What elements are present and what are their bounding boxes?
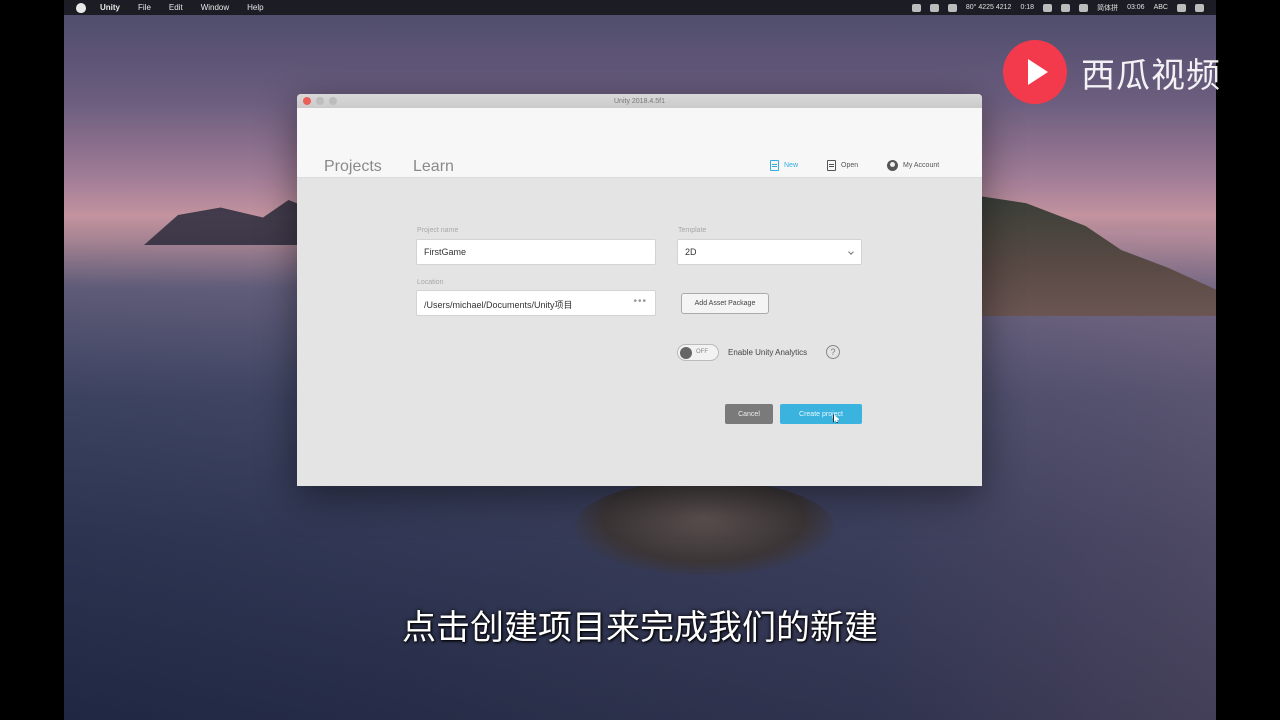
location-input[interactable]: /Users/michael/Documents/Unity项目 •••	[416, 290, 656, 316]
menu-app-name[interactable]: Unity	[100, 3, 120, 12]
analytics-toggle[interactable]: OFF	[677, 344, 719, 361]
my-account-label: My Account	[903, 162, 940, 169]
airplay-icon[interactable]	[1079, 3, 1089, 12]
clock[interactable]: 03:06	[1127, 4, 1145, 11]
watermark-text: 西瓜视频	[1081, 55, 1221, 96]
search-icon[interactable]	[1177, 3, 1186, 12]
new-button[interactable]: New	[770, 160, 798, 171]
audio-icon[interactable]	[947, 3, 957, 12]
account-icon	[887, 160, 898, 171]
wallpaper-island-center	[574, 480, 834, 575]
wallpaper-mountain	[144, 200, 314, 245]
project-name-label: Project name	[417, 227, 459, 234]
notification-center-icon[interactable]	[1195, 3, 1204, 12]
window-titlebar: Unity 2018.4.5f1	[297, 94, 982, 108]
menu-window[interactable]: Window	[201, 3, 229, 12]
apple-icon[interactable]	[76, 2, 86, 13]
window-title: Unity 2018.4.5f1	[614, 97, 665, 105]
tab-learn[interactable]: Learn	[413, 158, 454, 176]
create-project-button[interactable]: Create project	[780, 404, 862, 424]
window-header: Projects Learn New Open My Account	[297, 108, 982, 178]
new-button-label: New	[784, 162, 799, 169]
template-value: 2D	[685, 247, 697, 257]
location-label: Location	[417, 279, 444, 286]
battery-icon[interactable]	[1043, 3, 1053, 12]
unity-hub-window: Unity 2018.4.5f1 Projects Learn New Open…	[297, 94, 982, 486]
wifi-icon[interactable]	[1061, 3, 1071, 12]
status-timer: 0:18	[1020, 4, 1035, 11]
tab-projects[interactable]: Projects	[324, 158, 382, 176]
toggle-knob	[680, 347, 692, 359]
menu-file[interactable]: File	[138, 3, 151, 12]
chevron-down-icon	[848, 249, 854, 255]
status-area: 80° 4225 4212 0:18 简体拼 03:06 ABC	[911, 3, 1216, 13]
watermark: 西瓜视频	[1003, 40, 1221, 104]
open-file-icon	[827, 160, 836, 171]
video-subtitle: 点击创建项目来完成我们的新建	[402, 608, 878, 648]
help-icon[interactable]: ?	[826, 345, 840, 359]
record-icon[interactable]	[911, 3, 921, 12]
my-account-button[interactable]: My Account	[887, 160, 939, 171]
template-select[interactable]: 2D	[677, 239, 862, 265]
open-button[interactable]: Open	[827, 160, 858, 171]
status-temperature: 80° 4225 4212	[965, 4, 1012, 11]
location-value: /Users/michael/Documents/Unity项目	[424, 300, 573, 310]
menu-bar: Unity File Edit Window Help 80° 4225 421…	[64, 0, 1216, 15]
open-button-label: Open	[841, 162, 859, 169]
input-method[interactable]: 简体拼	[1097, 3, 1118, 13]
template-label: Template	[678, 227, 707, 234]
add-asset-package-button[interactable]: Add Asset Package	[681, 293, 769, 314]
browse-location-button[interactable]: •••	[633, 296, 647, 307]
menu-help[interactable]: Help	[247, 3, 263, 12]
screen-icon[interactable]	[929, 3, 939, 12]
menu-edit[interactable]: Edit	[169, 3, 183, 12]
cancel-button[interactable]: Cancel	[725, 404, 773, 424]
toggle-state: OFF	[696, 349, 708, 355]
project-name-input[interactable]: FirstGame	[416, 239, 656, 265]
xigua-logo-icon	[1003, 40, 1067, 104]
keyboard-layout[interactable]: ABC	[1154, 4, 1168, 11]
analytics-label: Enable Unity Analytics	[728, 348, 808, 357]
new-file-icon	[770, 160, 779, 171]
